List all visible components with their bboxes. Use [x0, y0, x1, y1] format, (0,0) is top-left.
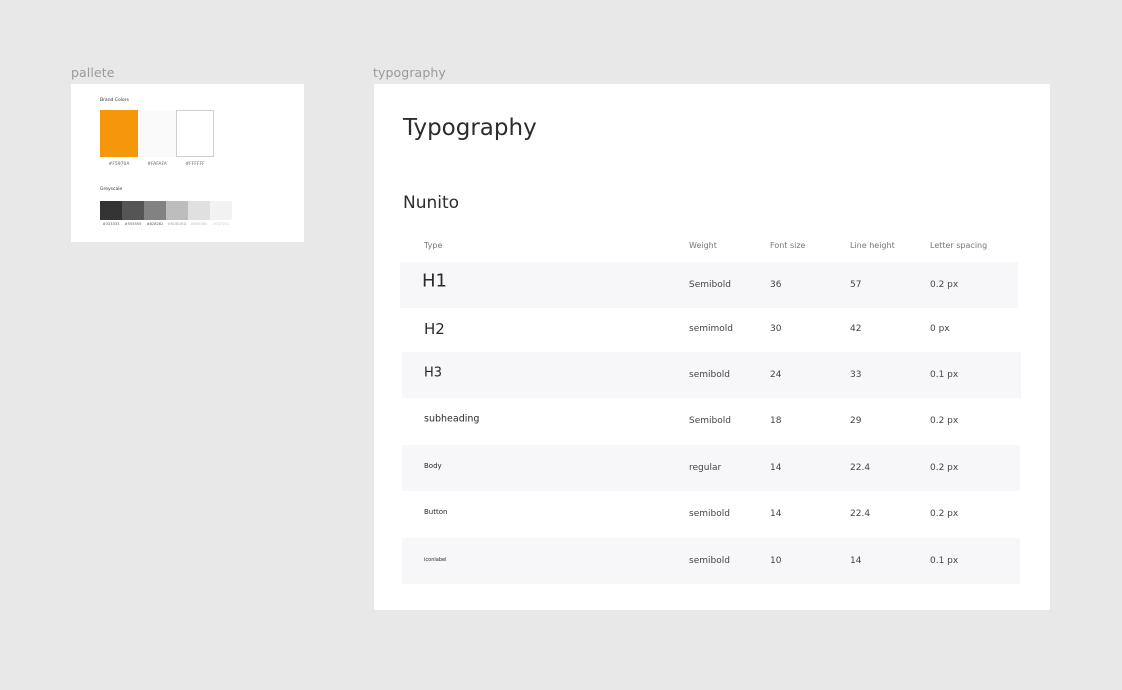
gray-swatch-5 — [188, 201, 210, 220]
weight-cell: semimold — [689, 324, 733, 334]
typography-frame-label[interactable]: typography — [373, 65, 446, 80]
gray-code-3: #828282 — [146, 222, 164, 226]
font-size-cell: 14 — [770, 463, 782, 473]
line-height-cell: 42 — [850, 324, 862, 334]
table-row: Button semibold 14 22.4 0.2 px — [402, 491, 1020, 537]
weight-cell: semibold — [689, 370, 730, 380]
letter-spacing-cell: 0.1 px — [930, 556, 959, 566]
brand-colors-title: Brand Colors — [100, 98, 129, 103]
type-cell: iconlabel — [424, 557, 447, 563]
gray-code-6: #F2F2F2 — [212, 222, 230, 226]
header-line-height: Line height — [850, 241, 895, 250]
typography-frame[interactable]: Typography Nunito Type Weight Font size … — [374, 84, 1050, 610]
brand-swatch-offwhite — [138, 110, 176, 157]
table-row: subheading Semibold 18 29 0.2 px — [402, 398, 1020, 444]
table-row: Body regular 14 22.4 0.2 px — [402, 445, 1020, 491]
gray-swatch-1 — [100, 201, 122, 220]
line-height-cell: 33 — [850, 370, 862, 380]
type-cell: H1 — [422, 270, 447, 292]
brand-swatch-orange — [100, 110, 138, 157]
weight-cell: Semibold — [689, 280, 731, 290]
header-weight: Weight — [689, 241, 717, 250]
font-size-cell: 24 — [770, 370, 782, 380]
letter-spacing-cell: 0.1 px — [930, 370, 959, 380]
gray-code-1: #333333 — [102, 222, 120, 226]
typography-title: Typography — [403, 115, 537, 141]
table-header: Type Weight Font size Line height Letter… — [374, 241, 1050, 253]
letter-spacing-cell: 0.2 px — [930, 416, 959, 426]
weight-cell: semibold — [689, 509, 730, 519]
line-height-cell: 14 — [850, 556, 862, 566]
brand-swatch-white — [176, 110, 214, 157]
font-size-cell: 30 — [770, 324, 782, 334]
letter-spacing-cell: 0 px — [930, 324, 950, 334]
header-letter-spacing: Letter spacing — [930, 241, 988, 250]
type-cell: H3 — [424, 365, 443, 381]
font-size-cell: 14 — [770, 509, 782, 519]
pallete-frame-label[interactable]: pallete — [71, 65, 115, 80]
letter-spacing-cell: 0.2 px — [930, 280, 959, 290]
gray-swatch-3 — [144, 201, 166, 220]
table-row: H1 Semibold 36 57 0.2 px — [400, 262, 1018, 308]
line-height-cell: 22.4 — [850, 463, 871, 473]
weight-cell: regular — [689, 463, 722, 473]
pallete-frame[interactable]: Brand Colors #F5970A #FAFAFA #FFFFFF Gre… — [71, 84, 304, 242]
font-size-cell: 10 — [770, 556, 782, 566]
type-cell: H2 — [424, 320, 445, 338]
brand-code-orange: #F5970A — [108, 162, 130, 167]
brand-code-white: #FFFFFF — [185, 162, 205, 167]
type-cell: Body — [424, 462, 442, 470]
weight-cell: semibold — [689, 556, 730, 566]
type-cell: Button — [424, 508, 448, 516]
line-height-cell: 22.4 — [850, 509, 871, 519]
letter-spacing-cell: 0.2 px — [930, 509, 959, 519]
gray-swatch-2 — [122, 201, 144, 220]
gray-swatch-4 — [166, 201, 188, 220]
table-row: H3 semibold 24 33 0.1 px — [402, 352, 1021, 398]
type-cell: subheading — [424, 413, 480, 425]
letter-spacing-cell: 0.2 px — [930, 463, 959, 473]
header-type: Type — [424, 241, 443, 250]
line-height-cell: 57 — [850, 280, 862, 290]
brand-code-offwhite: #FAFAFA — [147, 162, 167, 167]
table-row: H2 semimold 30 42 0 px — [402, 306, 1020, 352]
font-size-cell: 18 — [770, 416, 782, 426]
table-row: iconlabel semibold 10 14 0.1 px — [402, 538, 1020, 584]
weight-cell: Semibold — [689, 416, 731, 426]
line-height-cell: 29 — [850, 416, 862, 426]
gray-swatch-6 — [210, 201, 232, 220]
greyscale-title: Greyscale — [100, 187, 123, 192]
gray-code-5: #E0E0E0 — [190, 222, 208, 226]
font-size-cell: 36 — [770, 280, 782, 290]
font-name: Nunito — [403, 193, 460, 213]
gray-code-4: #BDBDBD — [167, 222, 187, 226]
gray-code-2: #555555 — [124, 222, 142, 226]
header-font-size: Font size — [770, 241, 806, 250]
